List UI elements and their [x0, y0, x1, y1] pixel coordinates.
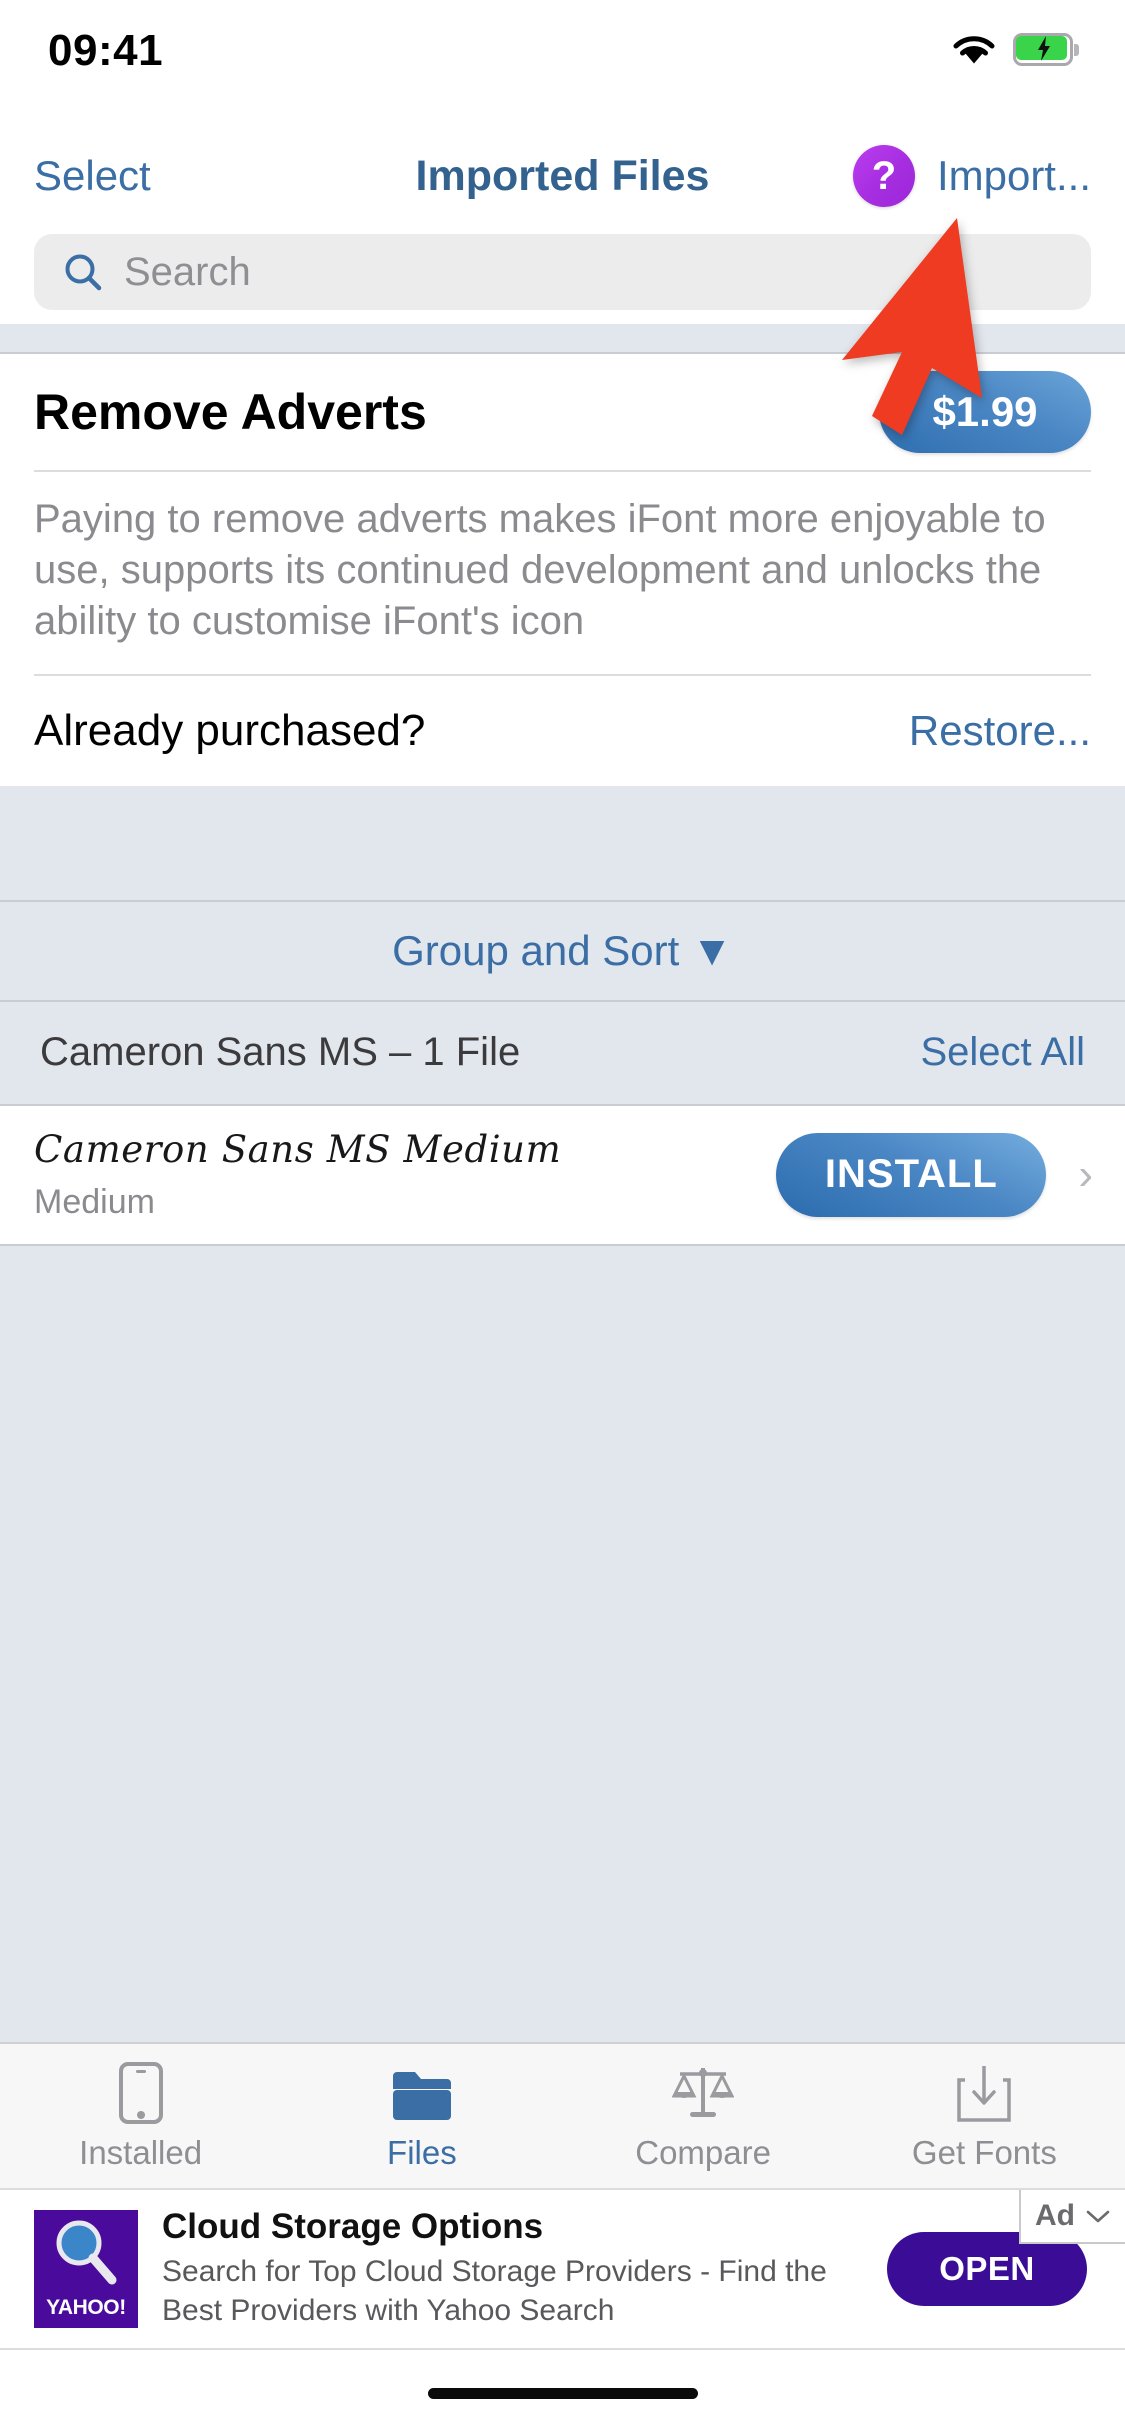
ad-banner[interactable]: YAHOO! Cloud Storage Options Search for … — [0, 2188, 1125, 2350]
battery-charging-icon — [1013, 32, 1079, 66]
status-bar-indicators — [951, 32, 1079, 66]
search-icon — [65, 254, 102, 291]
remove-adverts-card: Remove Adverts $1.99 Paying to remove ad… — [0, 354, 1125, 786]
tab-compare-label: Compare — [635, 2134, 771, 2171]
font-sample-text: Cameron Sans MS Medium — [34, 1127, 562, 1171]
chevron-down-icon — [1086, 2210, 1110, 2223]
chevron-right-icon: › — [1078, 1149, 1093, 1199]
search-bar-container: Search — [0, 220, 1125, 324]
status-bar-clock: 09:41 — [48, 26, 164, 75]
select-button[interactable]: Select — [34, 152, 151, 200]
restore-button[interactable]: Restore... — [909, 707, 1091, 755]
ad-title: Cloud Storage Options — [162, 2206, 544, 2246]
ad-badge[interactable]: Ad — [1019, 2190, 1125, 2244]
ad-badge-label: Ad — [1035, 2199, 1075, 2232]
tab-compare[interactable]: Compare — [563, 2044, 844, 2188]
font-group-title: Cameron Sans MS – 1 File — [40, 1030, 521, 1075]
scales-icon — [672, 2060, 735, 2124]
phone-icon — [118, 2060, 163, 2124]
table-row[interactable]: Cameron Sans MS Medium Medium INSTALL › — [0, 1105, 1125, 1244]
tab-files[interactable]: Files — [281, 2044, 562, 2188]
search-input[interactable]: Search — [34, 234, 1091, 310]
tab-installed[interactable]: Installed — [0, 2044, 281, 2188]
ad-description: Search for Top Cloud Storage Providers -… — [162, 2255, 827, 2328]
nav-right-group: ? Import... — [852, 145, 1091, 207]
tab-installed-label: Installed — [79, 2134, 203, 2171]
content-list: Remove Adverts $1.99 Paying to remove ad… — [0, 324, 1125, 2042]
chevron-down-icon: ▼ — [691, 926, 733, 974]
help-icon[interactable]: ? — [852, 145, 915, 207]
remove-adverts-description: Paying to remove adverts makes iFont mor… — [34, 497, 1046, 644]
wifi-icon — [953, 36, 995, 64]
tab-files-label: Files — [387, 2134, 457, 2171]
navigation-bar: Select Imported Files ? Import... — [0, 132, 1125, 220]
font-group-header: Cameron Sans MS – 1 File Select All — [0, 1001, 1125, 1106]
ad-thumbnail: YAHOO! — [34, 2210, 138, 2328]
group-and-sort-label: Group and Sort — [392, 926, 680, 974]
install-button[interactable]: INSTALL — [776, 1132, 1047, 1217]
remove-adverts-header: Remove Adverts $1.99 — [0, 354, 1125, 470]
ad-brand-label: YAHOO! — [46, 2296, 126, 2319]
font-row-texts: Cameron Sans MS Medium Medium — [34, 1128, 758, 1222]
magnifier-icon — [56, 2220, 117, 2285]
select-all-button[interactable]: Select All — [920, 1030, 1085, 1075]
group-and-sort-button[interactable]: Group and Sort ▼ — [0, 901, 1125, 1002]
ad-text-block: Cloud Storage Options Search for Top Clo… — [162, 2206, 863, 2331]
list-top-gap — [0, 324, 1125, 354]
search-placeholder: Search — [124, 249, 251, 294]
list-empty-area — [0, 1243, 1125, 2042]
restore-row: Already purchased? Restore... — [0, 676, 1125, 786]
download-tray-icon — [955, 2060, 1013, 2124]
home-indicator — [427, 2387, 698, 2399]
status-bar: 09:41 — [0, 0, 1125, 132]
font-style-label: Medium — [34, 1182, 155, 1221]
restore-question: Already purchased? — [34, 705, 426, 755]
tab-get-fonts-label: Get Fonts — [911, 2134, 1057, 2171]
tab-get-fonts[interactable]: Get Fonts — [844, 2044, 1125, 2188]
tab-bar: Installed Files Compare Get Fonts — [0, 2042, 1125, 2188]
import-button[interactable]: Import... — [937, 152, 1091, 200]
purchase-price-button[interactable]: $1.99 — [879, 371, 1091, 453]
phone-screen: 09:41 Select Imported Files ? Import... — [0, 0, 1125, 2436]
folder-icon — [391, 2060, 453, 2124]
home-indicator-area — [0, 2350, 1125, 2436]
remove-adverts-title: Remove Adverts — [34, 384, 427, 440]
section-gap — [0, 785, 1125, 902]
